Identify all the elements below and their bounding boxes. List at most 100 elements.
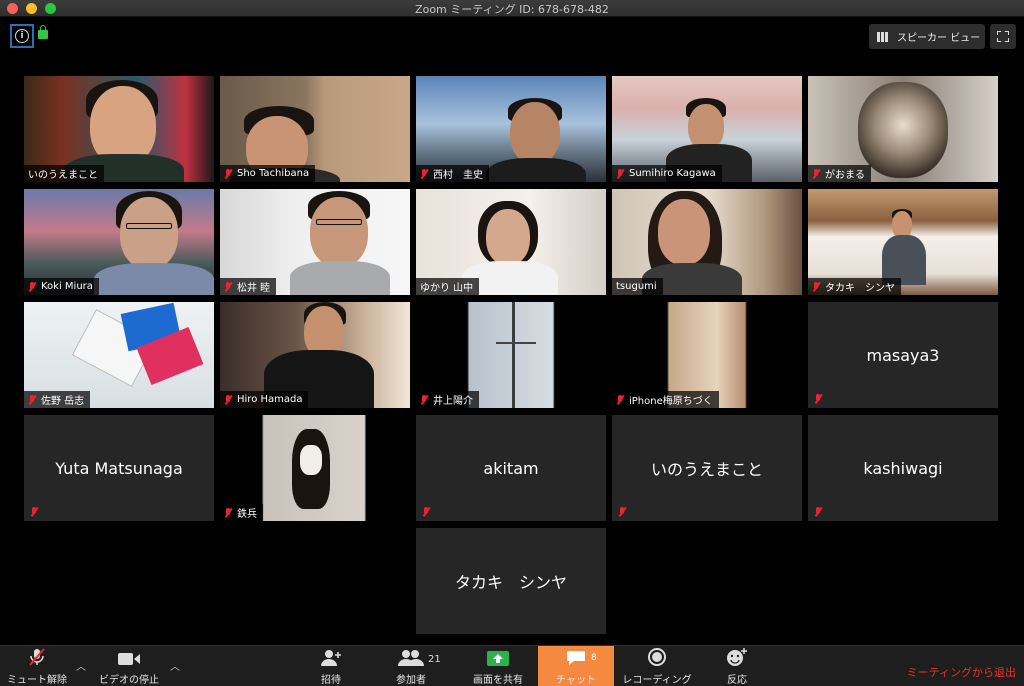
participant-name-tag: 佐野 岳志 — [24, 391, 91, 408]
participants-icon — [398, 650, 424, 666]
video-tile[interactable]: Sumihiro Kagawa — [612, 76, 802, 182]
video-tile[interactable]: kashiwagi — [808, 415, 998, 521]
unmute-button[interactable]: ミュート解除 — [2, 646, 72, 686]
muted-mic-icon — [814, 394, 822, 404]
video-tile[interactable]: tsugumi — [612, 189, 802, 295]
video-gallery: いのうえまこと Sho Tachibana 西村 圭史 Sumihiro Kag… — [0, 57, 1024, 645]
participant-name: 松井 睦 — [237, 283, 271, 294]
participant-name: akitam — [483, 458, 539, 478]
video-tile[interactable]: akitam — [416, 415, 606, 521]
participant-name-tag: 井上陽介 — [416, 391, 479, 408]
chat-unread-count: 8 — [591, 653, 597, 663]
muted-mic-icon — [618, 507, 626, 517]
add-person-icon — [321, 650, 341, 666]
participant-name: 鉄兵 — [237, 509, 257, 520]
chat-bubble-icon — [567, 651, 585, 665]
participant-name: iPhone梅原ちづく — [629, 396, 713, 407]
muted-mic-icon — [812, 168, 820, 179]
muted-mic-icon — [30, 507, 38, 517]
participants-label: 参加者 — [396, 675, 426, 686]
reactions-label: 反応 — [727, 675, 747, 686]
invite-label: 招待 — [321, 675, 341, 686]
muted-mic-icon — [420, 394, 428, 405]
participant-name: Sumihiro Kagawa — [629, 168, 716, 179]
muted-mic-icon — [812, 281, 820, 292]
participant-name: 佐野 岳志 — [41, 396, 85, 407]
participant-name: tsugumi — [616, 281, 657, 292]
video-tile[interactable]: Sho Tachibana — [220, 76, 410, 182]
share-screen-button[interactable]: 画面を共有 — [466, 646, 530, 686]
view-label: スピーカー ビュー — [897, 33, 981, 44]
participant-name-tag: がおまる — [808, 165, 871, 182]
participant-name: Sho Tachibana — [237, 168, 310, 179]
participant-name-tag: Hiro Hamada — [220, 391, 309, 408]
speaker-view-button[interactable]: スピーカー ビュー — [869, 24, 985, 49]
participant-name: ゆかり 山中 — [420, 283, 474, 294]
record-button[interactable]: レコーディング — [618, 646, 696, 686]
audio-options-chevron-icon[interactable]: ︿ — [76, 658, 86, 673]
share-screen-icon — [487, 651, 509, 666]
participant-name: タカキ シンヤ — [825, 283, 895, 294]
participants-count: 21 — [428, 654, 441, 665]
lock-icon — [38, 25, 48, 39]
muted-mic-icon — [28, 281, 36, 292]
participant-name-tag: いのうえまこと — [24, 165, 104, 182]
muted-mic-icon — [224, 168, 232, 179]
participants-button[interactable]: 参加者 — [386, 646, 436, 686]
video-tile[interactable]: タカキ シンヤ — [808, 189, 998, 295]
video-tile[interactable]: タカキ シンヤ — [416, 528, 606, 634]
window-titlebar: Zoom ミーティング ID: 678-678-482 — [0, 0, 1024, 17]
fullscreen-button[interactable] — [990, 24, 1016, 49]
muted-mic-icon — [224, 394, 232, 405]
participant-name: Hiro Hamada — [237, 394, 303, 405]
video-tile[interactable]: Koki Miura — [24, 189, 214, 295]
video-tile[interactable]: 井上陽介 — [416, 302, 606, 408]
meeting-info-button[interactable]: i — [10, 24, 34, 48]
video-tile[interactable]: 松井 睦 — [220, 189, 410, 295]
video-tile[interactable]: ゆかり 山中 — [416, 189, 606, 295]
muted-mic-icon — [814, 507, 822, 517]
participant-name: 西村 圭史 — [433, 170, 483, 181]
video-tile[interactable]: Hiro Hamada — [220, 302, 410, 408]
participant-name: masaya3 — [866, 345, 940, 365]
video-tile[interactable]: がおまる — [808, 76, 998, 182]
participant-name-tag: 松井 睦 — [220, 278, 277, 295]
participant-name-tag: Sumihiro Kagawa — [612, 165, 722, 182]
participant-name-tag: iPhone梅原ちづく — [612, 391, 719, 408]
video-camera-icon — [118, 653, 140, 665]
video-tile[interactable]: 佐野 岳志 — [24, 302, 214, 408]
stop-video-button[interactable]: ビデオの停止 — [92, 646, 166, 686]
video-tile[interactable]: Yuta Matsunaga — [24, 415, 214, 521]
participant-name: kashiwagi — [863, 458, 943, 478]
chat-label: チャット — [556, 675, 596, 686]
video-tile[interactable]: いのうえまこと — [24, 76, 214, 182]
video-tile[interactable]: 西村 圭史 — [416, 76, 606, 182]
chat-button[interactable]: チャット — [538, 646, 614, 686]
muted-mic-icon — [616, 394, 624, 405]
leave-meeting-button[interactable]: ミーティングから退出 — [907, 664, 1016, 680]
video-tile[interactable]: いのうえまこと — [612, 415, 802, 521]
participant-name-tag: Koki Miura — [24, 278, 99, 295]
muted-mic-icon — [420, 168, 428, 179]
video-tile[interactable]: masaya3 — [808, 302, 998, 408]
video-options-chevron-icon[interactable]: ︿ — [170, 658, 180, 673]
video-tile[interactable]: 鉄兵 — [220, 415, 410, 521]
record-label: レコーディング — [622, 675, 692, 686]
participant-name-tag: Sho Tachibana — [220, 165, 316, 182]
participant-name-tag: tsugumi — [612, 278, 663, 295]
participant-name: 井上陽介 — [433, 396, 473, 407]
muted-mic-icon — [422, 507, 430, 517]
invite-button[interactable]: 招待 — [306, 646, 356, 686]
emoji-add-icon — [727, 648, 747, 666]
stop-video-label: ビデオの停止 — [99, 675, 159, 686]
video-tile[interactable]: iPhone梅原ちづく — [612, 302, 802, 408]
window-title: Zoom ミーティング ID: 678-678-482 — [415, 3, 609, 16]
participant-name: いのうえまこと — [28, 170, 98, 181]
participant-name: がおまる — [825, 170, 865, 181]
reactions-button[interactable]: 反応 — [716, 646, 758, 686]
unmute-label: ミュート解除 — [7, 675, 67, 686]
record-icon — [648, 648, 666, 666]
participant-name: Koki Miura — [41, 281, 93, 292]
participant-name: タカキ シンヤ — [454, 573, 567, 592]
meeting-toolbar: ミュート解除 ︿ ビデオの停止 ︿ 招待 参加者 21 画面を共有 チャット 8… — [0, 645, 1024, 686]
